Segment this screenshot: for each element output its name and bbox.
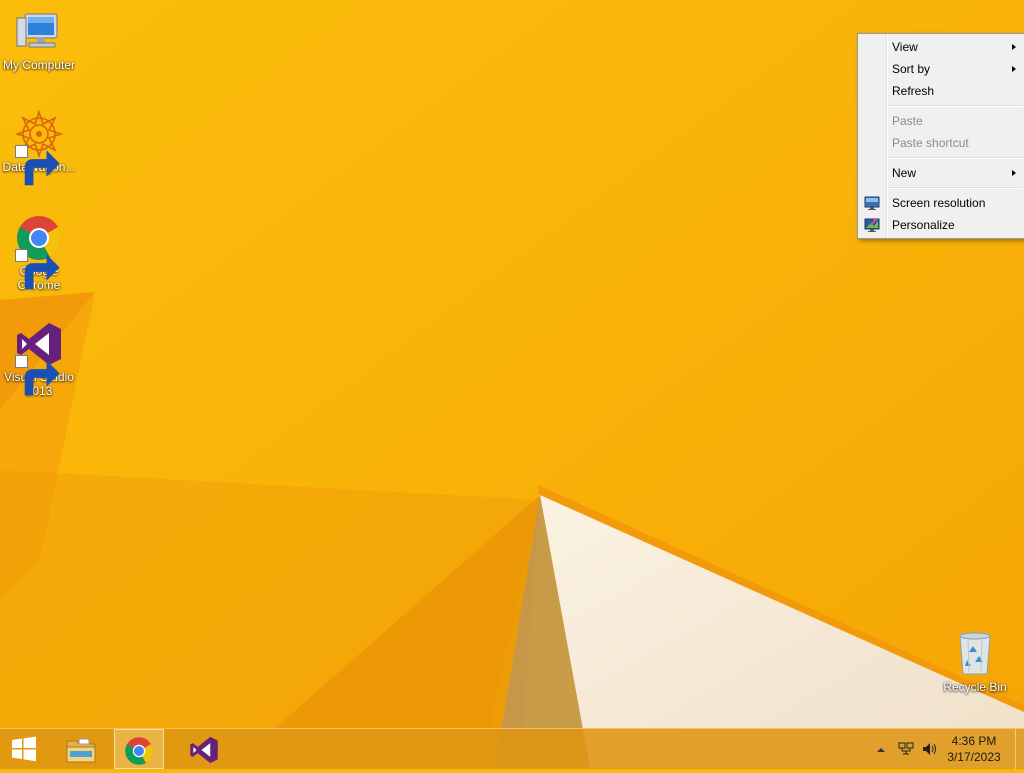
screen-resolution-icon xyxy=(864,196,880,210)
show-desktop-button[interactable] xyxy=(1015,729,1024,769)
desktop-icon-visual-studio[interactable]: Visual Studio 2013 xyxy=(0,320,78,398)
menu-item-refresh[interactable]: Refresh xyxy=(858,80,1024,102)
menu-item-paste-shortcut[interactable]: Paste shortcut xyxy=(858,132,1024,154)
desktop-icon-google-chrome[interactable]: Google Chrome xyxy=(0,214,78,292)
menu-item-label: Personalize xyxy=(892,218,955,232)
show-hidden-icons-button[interactable] xyxy=(876,729,888,769)
submenu-arrow-icon xyxy=(1012,66,1016,72)
taskbar: 4:36 PM 3/17/2023 xyxy=(0,728,1024,769)
visual-studio-icon xyxy=(190,736,218,764)
personalize-icon xyxy=(864,218,880,232)
menu-item-label: Paste shortcut xyxy=(892,136,969,150)
file-explorer-icon xyxy=(66,738,96,763)
clock-date: 3/17/2023 xyxy=(947,750,1001,764)
taskbar-visual-studio[interactable] xyxy=(180,729,228,769)
menu-item-paste[interactable]: Paste xyxy=(858,110,1024,132)
shortcut-arrow-icon xyxy=(15,355,60,396)
clock-time: 4:36 PM xyxy=(951,734,997,748)
submenu-arrow-icon xyxy=(1012,44,1016,50)
network-tray-button[interactable] xyxy=(898,729,916,769)
network-icon xyxy=(898,742,914,755)
menu-item-new[interactable]: New xyxy=(858,162,1024,184)
desktop-icon-recycle-bin[interactable]: Recycle Bin xyxy=(936,630,1014,694)
menu-item-view[interactable]: View xyxy=(858,36,1024,58)
submenu-arrow-icon xyxy=(1012,170,1016,176)
desktop-context-menu: View Sort by Refresh Paste Paste shortcu… xyxy=(857,33,1024,239)
shortcut-arrow-icon xyxy=(15,145,60,186)
desktop-icon-label: Recycle Bin xyxy=(943,680,1007,694)
chevron-up-icon xyxy=(877,748,885,752)
taskbar-google-chrome[interactable] xyxy=(114,729,164,769)
menu-item-label: View xyxy=(892,40,918,54)
volume-tray-button[interactable] xyxy=(922,729,940,769)
shortcut-arrow-icon xyxy=(15,249,60,290)
menu-item-label: Paste xyxy=(892,114,923,128)
menu-separator xyxy=(888,105,1022,107)
start-button[interactable] xyxy=(0,729,48,769)
menu-item-label: Refresh xyxy=(892,84,935,98)
recycle-bin-icon xyxy=(959,632,991,675)
menu-separator xyxy=(888,157,1022,159)
menu-item-sort-by[interactable]: Sort by xyxy=(858,58,1024,80)
menu-item-label: New xyxy=(892,166,917,180)
chrome-icon xyxy=(125,737,153,765)
windows-logo-icon xyxy=(12,736,36,762)
desktop-icon-datawagon[interactable]: DataWagon... xyxy=(0,110,78,186)
taskbar-file-explorer[interactable] xyxy=(57,729,105,769)
desktop-icon-label: My Computer xyxy=(2,58,76,72)
computer-icon xyxy=(16,13,58,48)
clock[interactable]: 4:36 PM 3/17/2023 xyxy=(942,733,1006,773)
menu-item-label: Sort by xyxy=(892,62,931,76)
menu-separator xyxy=(888,187,1022,189)
menu-item-personalize[interactable]: Personalize xyxy=(858,214,1024,236)
volume-icon xyxy=(923,743,936,755)
desktop-icon-my-computer[interactable]: My Computer xyxy=(0,8,78,72)
menu-item-label: Screen resolution xyxy=(892,196,986,210)
menu-item-screen-resolution[interactable]: Screen resolution xyxy=(858,192,1024,214)
